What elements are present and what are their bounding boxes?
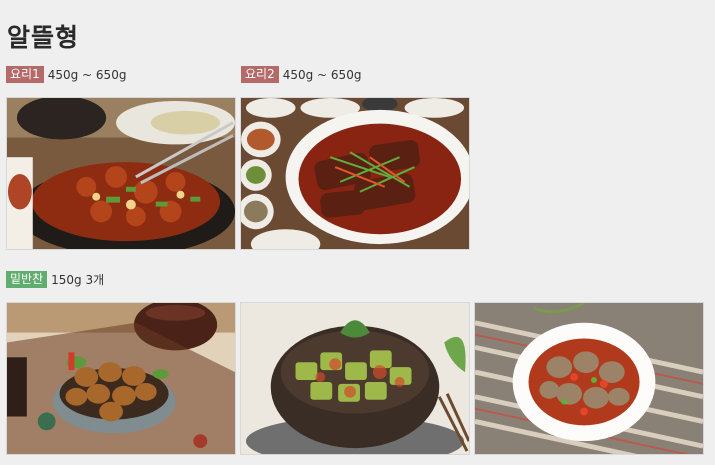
side-dish-1-photo[interactable] bbox=[6, 302, 236, 455]
dish-2-badge: 요리2 bbox=[241, 66, 279, 83]
side-dish-1-image bbox=[7, 303, 235, 454]
dish-1-weight: 450g ~ 650g bbox=[47, 67, 127, 82]
side-dish-badge: 밑반찬 bbox=[6, 271, 48, 288]
dish-1-label: 요리1 450g ~ 650g bbox=[6, 66, 126, 83]
dish-1-photo[interactable] bbox=[6, 97, 236, 250]
dish-1-image bbox=[7, 98, 235, 249]
dish-1-badge: 요리1 bbox=[6, 66, 44, 83]
section-title: 알뜰형 bbox=[7, 23, 80, 52]
dish-2-label: 요리2 450g ~ 650g bbox=[241, 66, 361, 83]
dish-2-weight: 450g ~ 650g bbox=[282, 67, 362, 82]
side-dish-2-image bbox=[241, 303, 469, 454]
dish-2-image bbox=[241, 98, 469, 249]
dish-2-photo[interactable] bbox=[240, 97, 470, 250]
side-dish-3-image bbox=[475, 303, 703, 454]
side-dish-label: 밑반찬 150g 3개 bbox=[6, 271, 104, 288]
side-dish-info: 150g 3개 bbox=[51, 273, 105, 287]
side-dish-3-photo[interactable] bbox=[474, 302, 704, 455]
side-dish-2-photo[interactable] bbox=[240, 302, 470, 455]
